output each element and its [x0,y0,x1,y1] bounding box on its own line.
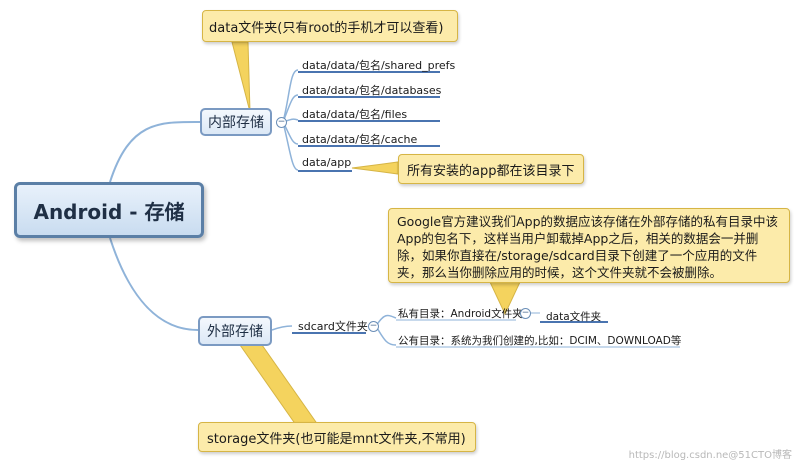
note-data-root[interactable]: data文件夹(只有root的手机才可以查看) [202,10,458,42]
leaf-private-dir[interactable]: 私有目录：Android文件夹 [398,306,523,321]
note-google-advice[interactable]: Google官方建议我们App的数据应该存储在外部存储的私有目录中该App的包名… [388,208,790,283]
collapse-toggle-icon[interactable]: − [368,321,379,332]
leaf-sdcard[interactable]: sdcard文件夹 [298,318,368,334]
root-label: Android - 存储 [33,199,185,224]
note-installed-apps[interactable]: 所有安装的app都在该目录下 [398,154,584,184]
collapse-toggle-icon[interactable]: − [276,117,287,128]
collapse-toggle-icon[interactable]: − [520,308,531,319]
internal-storage-topic[interactable]: 内部存储 [200,108,272,136]
note-storage-folder[interactable]: storage文件夹(也可能是mnt文件夹,不常用) [198,422,476,452]
leaf-private-data[interactable]: data文件夹 [546,309,601,324]
leaf-files[interactable]: data/data/包名/files [302,106,407,122]
leaf-data-app[interactable]: data/app [302,156,351,169]
root-topic[interactable]: Android - 存储 [14,182,204,238]
leaf-shared-prefs[interactable]: data/data/包名/shared_prefs [302,57,455,73]
leaf-cache[interactable]: data/data/包名/cache [302,131,417,147]
watermark: https://blog.csdn.ne@51CTO博客 [628,450,792,461]
leaf-public-dir[interactable]: 公有目录：系统为我们创建的,比如：DCIM、DOWNLOAD等 [398,333,681,348]
external-storage-topic[interactable]: 外部存储 [198,316,272,346]
leaf-databases[interactable]: data/data/包名/databases [302,82,441,98]
external-storage-label: 外部存储 [207,324,263,340]
internal-storage-label: 内部存储 [208,115,264,131]
